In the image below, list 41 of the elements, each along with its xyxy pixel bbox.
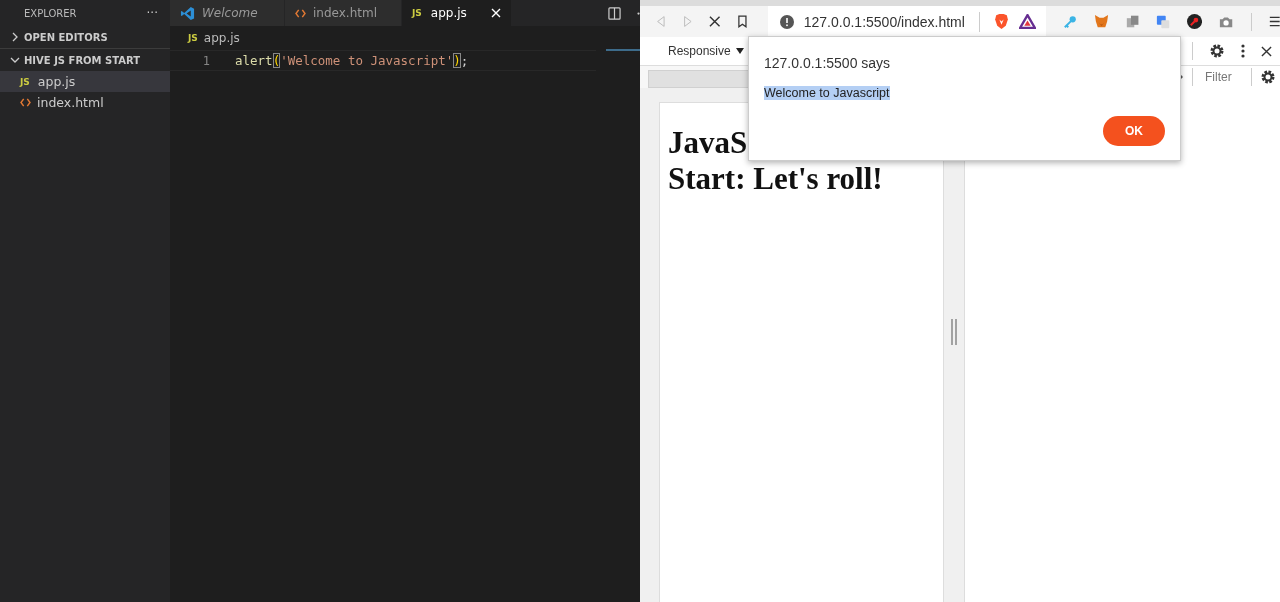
triangle-icon[interactable] [1018, 14, 1036, 29]
file-item[interactable]: index.html [0, 92, 170, 113]
dialog-message: Welcome to Javascript [764, 86, 890, 100]
chevron-icon [10, 32, 20, 42]
chevron-icon [10, 55, 20, 65]
editor-tab[interactable]: Welcome [170, 0, 285, 26]
filter-field[interactable]: Filter [1201, 70, 1243, 84]
more-actions-button[interactable]: ··· [146, 6, 158, 20]
address-bar[interactable]: 127.0.0.1:5500/index.html [767, 6, 1046, 37]
page-heading: Start: Let's roll! [668, 161, 883, 197]
file-item[interactable]: JS app.js [0, 71, 170, 92]
stop-icon[interactable] [709, 15, 721, 28]
copy-icon[interactable] [1126, 14, 1140, 29]
breadcrumb[interactable]: JS app.js [170, 26, 240, 50]
menu-icon[interactable] [1268, 16, 1280, 27]
vscode-icon [180, 5, 195, 21]
fox-icon[interactable] [1094, 13, 1110, 30]
split-editor-icon[interactable] [608, 6, 621, 20]
editor-tab[interactable]: index.html [285, 0, 402, 26]
page-heading: JavaS [668, 125, 748, 161]
bookmark-icon[interactable] [737, 15, 747, 28]
translate-icon[interactable] [1156, 13, 1171, 30]
settings-icon[interactable] [1260, 69, 1276, 85]
more-vertical-icon[interactable] [1241, 44, 1245, 58]
line-number: 1 [201, 53, 210, 68]
settings-icon[interactable] [1209, 43, 1225, 59]
code-icon [295, 8, 306, 18]
key-badge-icon[interactable] [1187, 13, 1203, 30]
info-icon [779, 14, 794, 29]
resize-handle[interactable] [951, 319, 957, 345]
code-icon [20, 98, 31, 107]
lion-shield-icon[interactable] [993, 13, 1009, 30]
device-selector[interactable]: Responsive [668, 44, 744, 58]
dialog-title: 127.0.0.1:5500 says [764, 55, 891, 71]
section-header[interactable]: OPEN EDITORS [0, 26, 170, 48]
explorer-title: EXPLORER [24, 7, 77, 19]
code-line: alert('Welcome to Javascript'); [235, 53, 469, 68]
editor-tab[interactable]: JS app.js [402, 0, 512, 26]
caret-icon [735, 48, 744, 54]
close-icon[interactable] [1261, 45, 1272, 57]
more-icon[interactable] [637, 11, 640, 15]
